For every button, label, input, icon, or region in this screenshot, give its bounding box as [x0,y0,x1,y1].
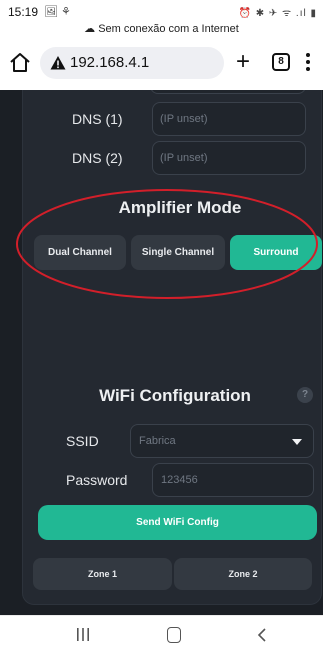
wifi-config-title: WiFi Configuration [99,386,251,405]
home-icon[interactable] [167,627,181,643]
new-tab-icon[interactable]: + [236,50,250,74]
ssid-label: SSID [66,433,99,449]
ssid-select[interactable]: Fabrica [130,424,314,458]
status-time: 15:19 [8,5,39,19]
mode-single-channel-button[interactable]: Single Channel [131,235,225,270]
android-nav-bar [0,615,323,653]
password-input[interactable]: 123456 [152,463,314,497]
tabs-icon[interactable]: 8 [272,53,290,71]
system-status-icons: ⏰ ✱ ✈ ᯤ .ıl ▮ [238,8,317,19]
offline-banner: ☁ Sem conexão com a Internet [0,22,323,35]
send-wifi-config-button[interactable]: Send WiFi Config [38,505,317,540]
menu-icon[interactable] [306,52,310,72]
chevron-down-icon [292,439,302,445]
zone-2-button[interactable]: Zone 2 [174,558,312,590]
mode-dual-channel-button[interactable]: Dual Channel [34,235,126,270]
help-icon[interactable]: ? [297,387,313,403]
dns1-input[interactable]: (IP unset) [152,102,306,136]
address-bar[interactable]: 192.168.4.1 [40,47,224,79]
dns1-label: DNS (1) [72,111,123,127]
ssid-value: Fabrica [139,435,176,447]
cloud-off-icon: ☁ [84,23,96,35]
mode-surround-button[interactable]: Surround [230,235,322,270]
url-text: 192.168.4.1 [70,54,150,71]
dns2-input[interactable]: (IP unset) [152,141,306,175]
back-icon[interactable] [257,628,267,642]
home-icon[interactable] [8,51,32,75]
offline-text: Sem conexão com a Internet [98,23,239,35]
status-bar: 15:19 🖼 ⚘ ⏰ ✱ ✈ ᯤ .ıl ▮ ☁ Sem conexão co… [0,0,323,38]
page-content: DNS (1) (IP unset) DNS (2) (IP unset) Am… [0,90,323,615]
dns2-label: DNS (2) [72,150,123,166]
notification-icons: 🖼 ⚘ [44,6,71,18]
browser-toolbar: 192.168.4.1 + 8 [0,38,323,90]
zone-1-button[interactable]: Zone 1 [33,558,172,590]
warning-icon[interactable] [50,55,66,71]
recents-icon[interactable] [76,628,90,641]
amplifier-mode-title: Amplifier Mode [118,198,242,217]
ip-field-partial[interactable] [150,90,306,94]
password-label: Password [66,472,128,488]
